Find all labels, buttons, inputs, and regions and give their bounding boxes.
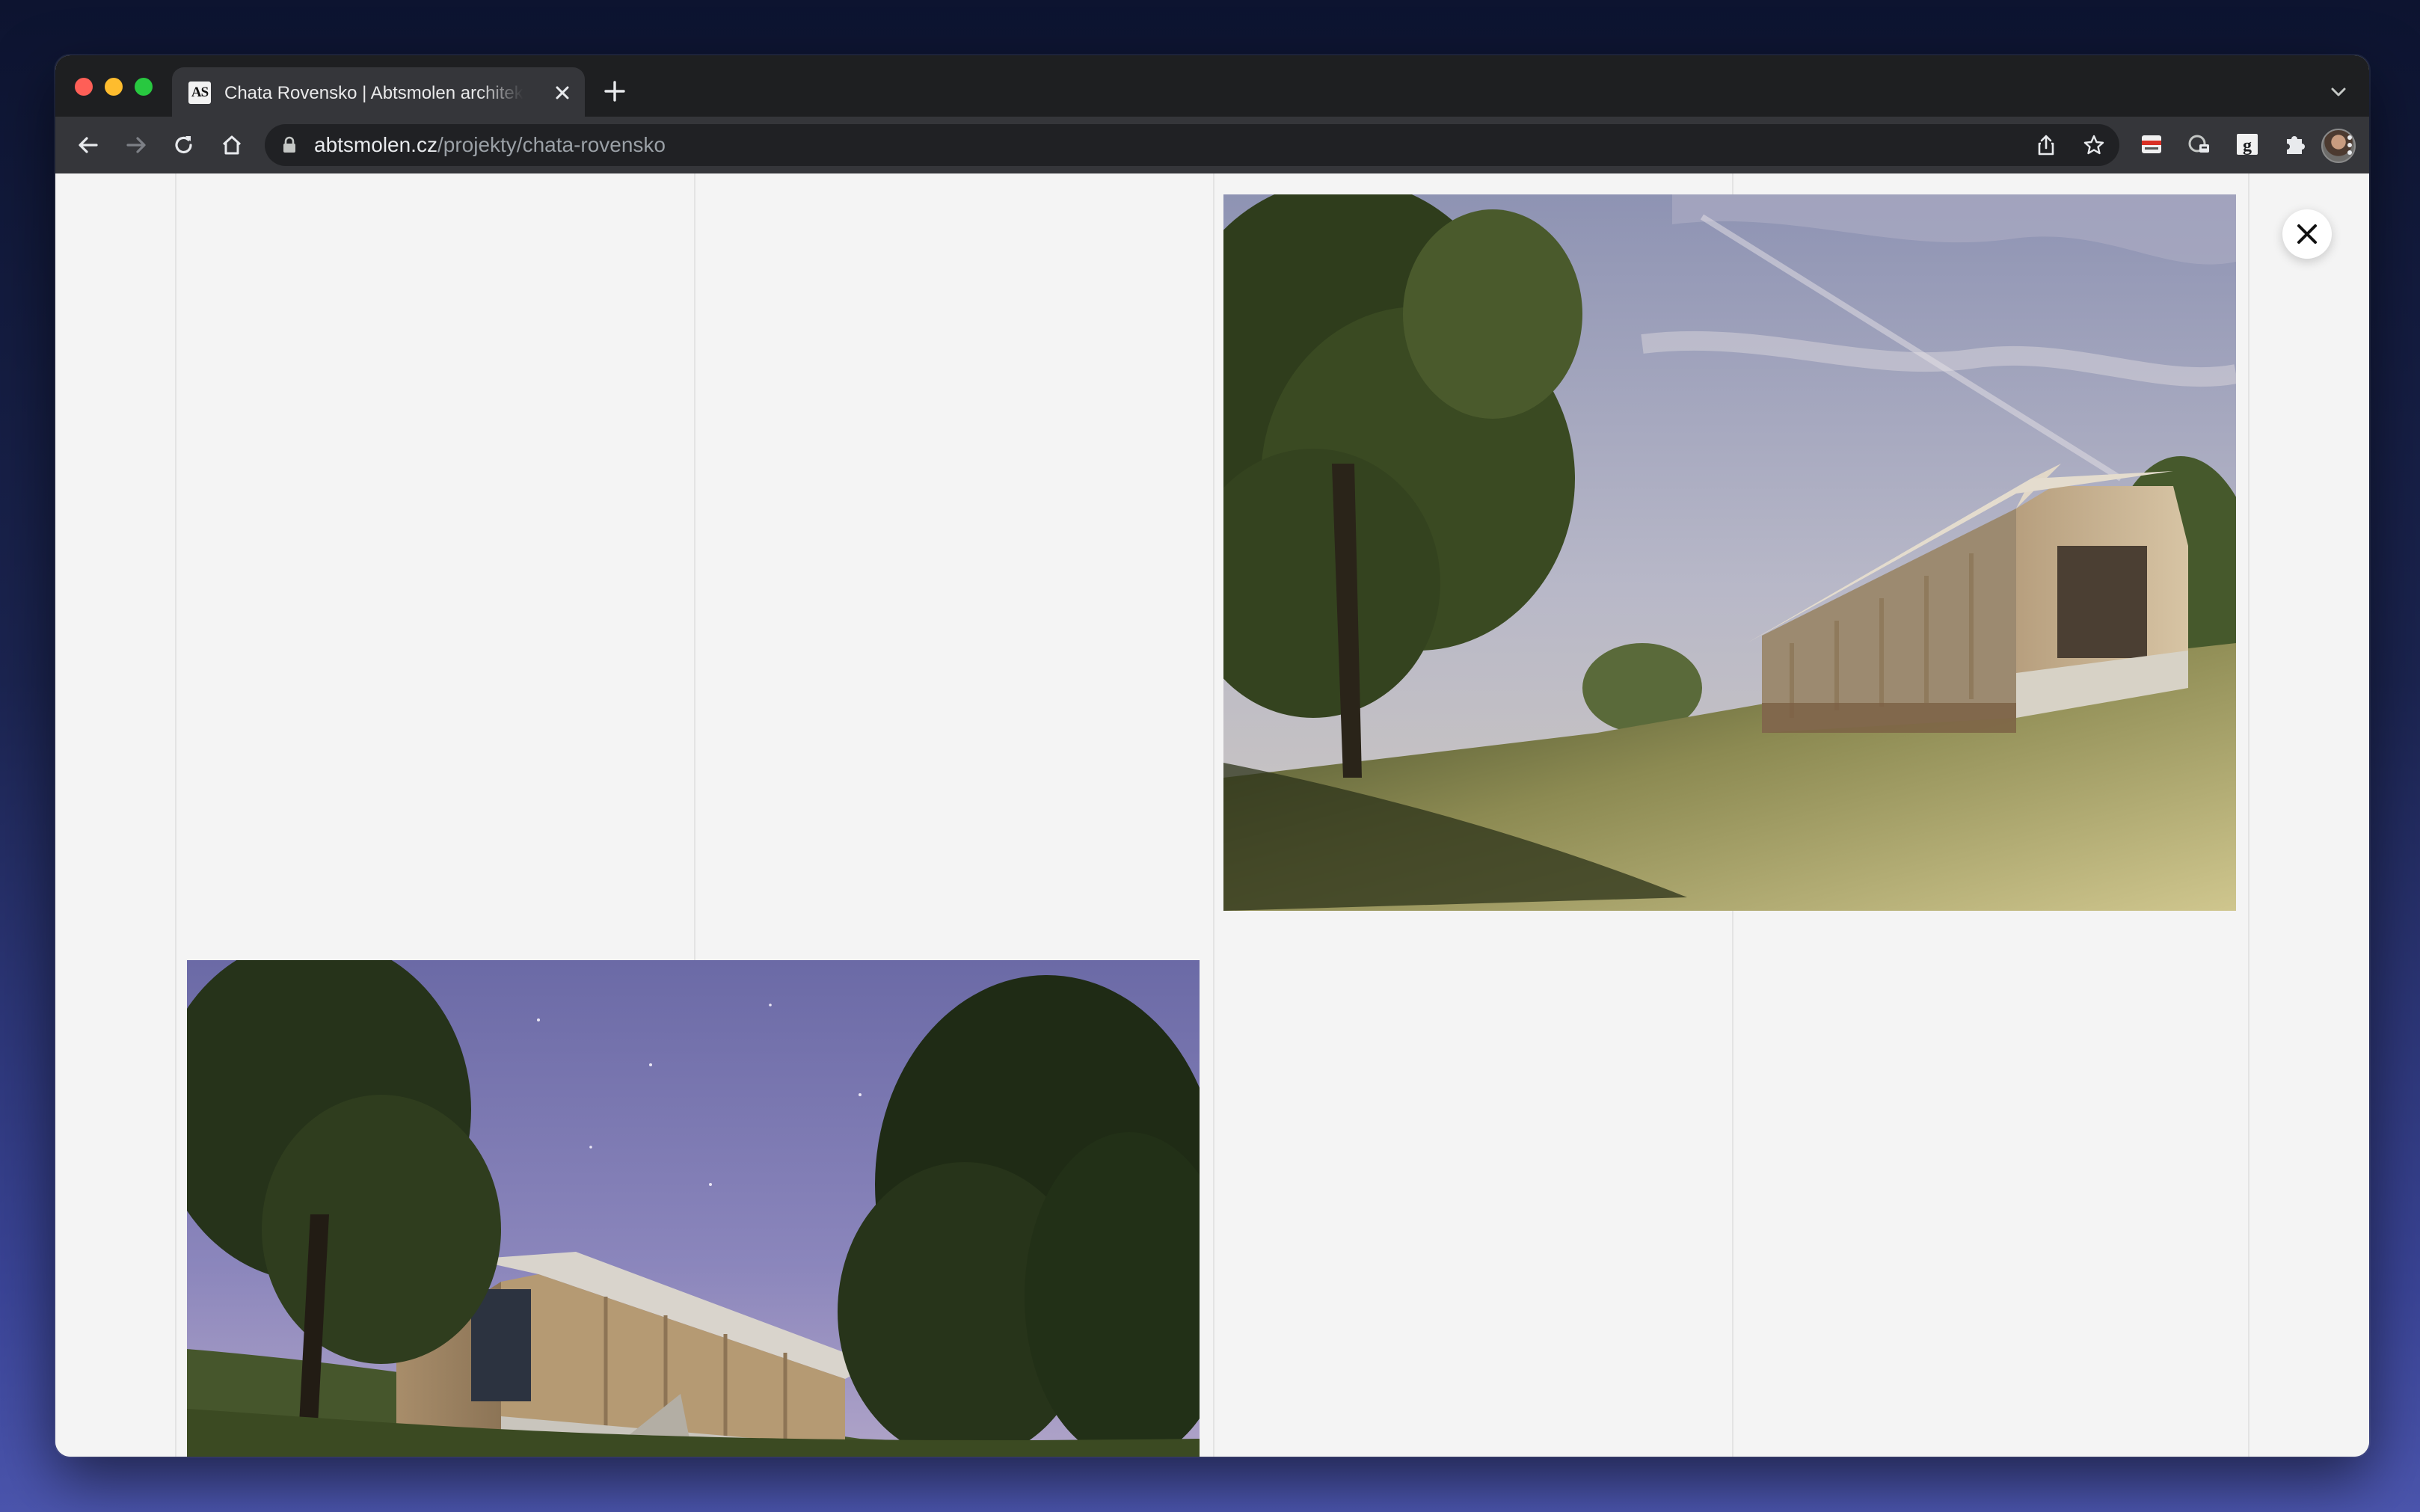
close-gallery-button[interactable]: [2282, 209, 2332, 259]
browser-tab[interactable]: AS Chata Rovensko | Abtsmolen architekti: [172, 67, 585, 117]
tab-search-chevron-icon[interactable]: [2327, 81, 2350, 103]
close-icon: [2297, 224, 2317, 244]
minimize-window-button[interactable]: [105, 78, 123, 96]
url-text[interactable]: abtsmolen.cz/projekty/chata-rovensko: [314, 133, 666, 157]
close-window-button[interactable]: [75, 78, 93, 96]
page-content: [55, 173, 2369, 1457]
gallery-photo-daytime-cabin[interactable]: [1223, 194, 2236, 911]
close-tab-icon[interactable]: [552, 82, 573, 103]
forward-arrow-icon[interactable]: [123, 132, 150, 159]
url-path: /projekty/chata-rovensko: [437, 133, 666, 156]
three-dot-menu-icon[interactable]: [2336, 132, 2363, 159]
browser-toolbar: abtsmolen.cz/projekty/chata-rovensko g: [55, 117, 2369, 175]
tab-bar: AS Chata Rovensko | Abtsmolen architekti: [55, 55, 2369, 117]
puzzle-piece-icon[interactable]: [2281, 130, 2309, 159]
share-icon[interactable]: [2034, 133, 2058, 157]
gallery-photo-dusk-cabin[interactable]: [187, 960, 1200, 1457]
grid-line: [175, 173, 176, 1457]
extension-red-bar-icon[interactable]: [2137, 130, 2166, 159]
grid-line: [1213, 173, 1214, 1457]
extension-g-icon[interactable]: g: [2233, 130, 2261, 159]
svg-text:g: g: [2243, 136, 2252, 156]
browser-window: AS Chata Rovensko | Abtsmolen architekti: [55, 55, 2369, 1457]
tab-title: Chata Rovensko | Abtsmolen architekti: [224, 83, 523, 103]
home-icon[interactable]: [218, 132, 245, 159]
back-arrow-icon[interactable]: [75, 132, 102, 159]
url-host: abtsmolen.cz: [314, 133, 437, 156]
new-tab-icon[interactable]: [601, 78, 628, 105]
reload-icon[interactable]: [171, 132, 197, 159]
site-favicon: AS: [188, 82, 211, 104]
extension-shield-icon[interactable]: [2185, 130, 2214, 159]
zoom-window-button[interactable]: [135, 78, 153, 96]
bookmark-star-icon[interactable]: [2082, 133, 2106, 157]
grid-line: [2248, 173, 2249, 1457]
lock-icon[interactable]: [281, 136, 298, 154]
address-bar[interactable]: abtsmolen.cz/projekty/chata-rovensko: [265, 124, 2119, 166]
